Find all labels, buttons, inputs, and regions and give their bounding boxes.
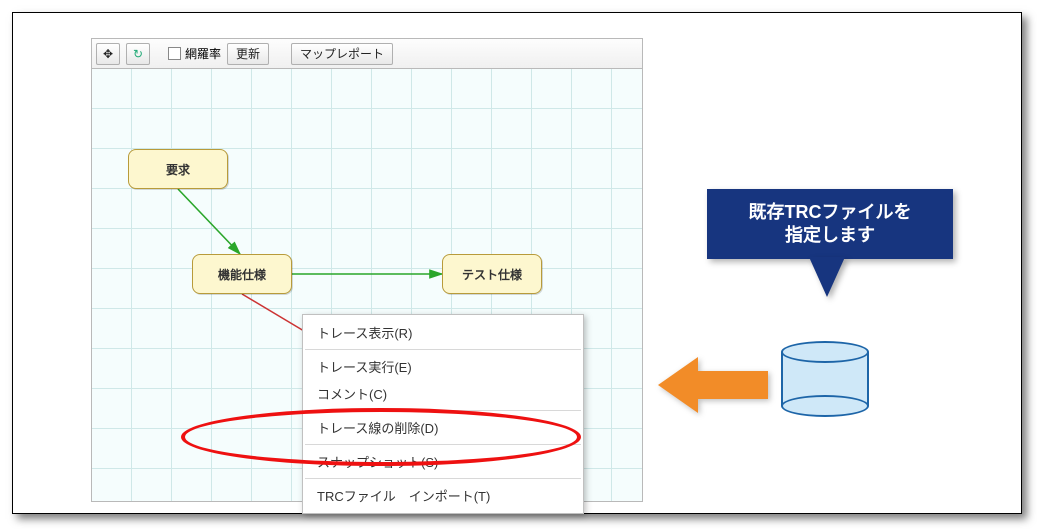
node-test-spec[interactable]: テスト仕様 <box>442 254 542 294</box>
menu-trc-import[interactable]: TRCファイル インポート(T) <box>303 482 583 509</box>
database-icon <box>781 341 869 417</box>
menu-separator <box>305 478 581 479</box>
diagram-canvas[interactable]: 要求 機能仕様 テスト仕様 トレース表示(R) トレース実行(E) コメント(C… <box>92 69 642 501</box>
context-menu: トレース表示(R) トレース実行(E) コメント(C) トレース線の削除(D) … <box>302 314 584 514</box>
menu-separator <box>305 410 581 411</box>
menu-separator <box>305 349 581 350</box>
update-button[interactable]: 更新 <box>227 43 269 65</box>
node-requirement[interactable]: 要求 <box>128 149 228 189</box>
checkbox-icon <box>168 47 181 60</box>
callout-line-1: 既存TRCファイルを <box>749 202 912 222</box>
toolbar: ✥ ↻ 網羅率 更新 マップレポート <box>92 39 642 69</box>
node-func-spec[interactable]: 機能仕様 <box>192 254 292 294</box>
map-report-button[interactable]: マップレポート <box>291 43 393 65</box>
diagram-panel: ✥ ↻ 網羅率 更新 マップレポート <box>91 38 643 502</box>
refresh-icon: ↻ <box>133 47 143 61</box>
move-icon: ✥ <box>103 47 113 61</box>
coverage-checkbox[interactable]: 網羅率 <box>168 45 221 62</box>
callout-box: 既存TRCファイルを 指定します <box>707 189 953 259</box>
menu-comment[interactable]: コメント(C) <box>303 380 583 407</box>
callout-line-2: 指定します <box>785 225 875 245</box>
menu-delete-trace[interactable]: トレース線の削除(D) <box>303 414 583 441</box>
figure-frame: ✥ ↻ 網羅率 更新 マップレポート <box>12 12 1022 514</box>
annotation-arrow-left <box>658 357 768 413</box>
menu-separator <box>305 444 581 445</box>
trace-line-red[interactable] <box>242 294 304 331</box>
move-tool-button[interactable]: ✥ <box>96 43 120 65</box>
menu-trace-run[interactable]: トレース実行(E) <box>303 353 583 380</box>
arrow-req-to-func <box>178 189 240 254</box>
coverage-label: 網羅率 <box>185 45 221 62</box>
menu-trace-view[interactable]: トレース表示(R) <box>303 319 583 346</box>
menu-snapshot[interactable]: スナップショット(S) <box>303 448 583 475</box>
refresh-button[interactable]: ↻ <box>126 43 150 65</box>
callout-tail <box>809 257 845 297</box>
